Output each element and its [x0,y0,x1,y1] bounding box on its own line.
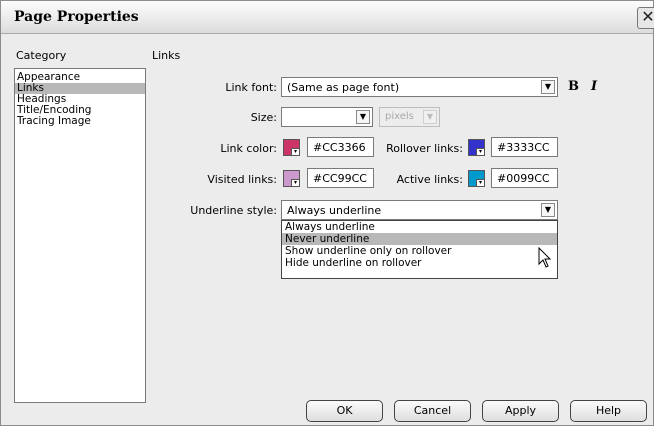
visited-color-value: #CC99CC [313,172,367,185]
italic-button[interactable]: I [591,79,597,94]
chevron-down-icon: ▾ [291,148,299,155]
chevron-down-icon: ▼ [356,110,370,124]
chevron-down-icon: ▾ [476,148,484,155]
chevron-down-icon: ▼ [541,80,555,94]
active-color-value: #0099CC [497,172,550,185]
link-color-input[interactable]: #CC3366 [307,137,374,157]
chevron-down-icon: ▼ [541,203,555,217]
active-color-swatch[interactable]: ▾ [468,170,485,187]
link-font-value: (Same as page font) [287,81,400,94]
rollover-color-value: #3333CC [497,141,550,154]
active-links-label: Active links: [396,173,463,186]
option-never-underline[interactable]: Never underline [282,233,557,245]
help-button[interactable]: Help [570,400,647,422]
chevron-down-icon: ▾ [476,179,484,186]
link-font-select[interactable]: (Same as page font) ▼ [281,77,558,97]
link-color-swatch[interactable]: ▾ [283,139,300,156]
size-label: Size: [250,111,277,124]
underline-style-value: Always underline [287,204,382,217]
option-hide-underline-on-rollover[interactable]: Hide underline on rollover [282,257,557,269]
size-unit-select[interactable]: pixels ▼ [379,107,440,127]
option-always-underline[interactable]: Always underline [282,221,557,233]
active-color-input[interactable]: #0099CC [491,168,558,188]
visited-color-input[interactable]: #CC99CC [307,168,374,188]
cancel-button[interactable]: Cancel [394,400,471,422]
visited-color-swatch[interactable]: ▾ [283,170,300,187]
underline-style-dropdown[interactable]: Always underline Never underline Show un… [281,220,558,279]
size-select[interactable]: ▼ [281,107,373,127]
close-icon[interactable]: ✕ [637,7,654,29]
apply-button[interactable]: Apply [482,400,559,422]
chevron-down-icon: ▼ [423,110,437,124]
ok-button[interactable]: OK [306,400,383,422]
title-bar[interactable]: Page Properties ✕ [1,1,654,34]
option-show-underline-on-rollover[interactable]: Show underline only on rollover [282,245,557,257]
rollover-links-label: Rollover links: [386,142,463,155]
category-list[interactable]: Appearance Links Headings Title/Encoding… [14,68,146,403]
link-color-label: Link color: [220,142,277,155]
section-title: Links [152,49,181,62]
rollover-color-swatch[interactable]: ▾ [468,139,485,156]
underline-style-select[interactable]: Always underline ▼ [281,200,558,220]
underline-style-label: Underline style: [190,204,277,217]
link-font-label: Link font: [225,81,277,94]
page-properties-dialog: Page Properties ✕ Category Appearance Li… [0,0,654,426]
rollover-color-input[interactable]: #3333CC [491,137,558,157]
category-label: Category [16,49,67,62]
size-unit-value: pixels [385,111,414,122]
chevron-down-icon: ▾ [291,179,299,186]
bold-button[interactable]: B [568,79,579,94]
dialog-title: Page Properties [14,9,139,25]
link-color-value: #CC3366 [313,141,366,154]
visited-links-label: Visited links: [207,173,277,186]
mouse-pointer-icon [538,247,552,268]
category-item-tracing-image[interactable]: Tracing Image [15,116,145,127]
